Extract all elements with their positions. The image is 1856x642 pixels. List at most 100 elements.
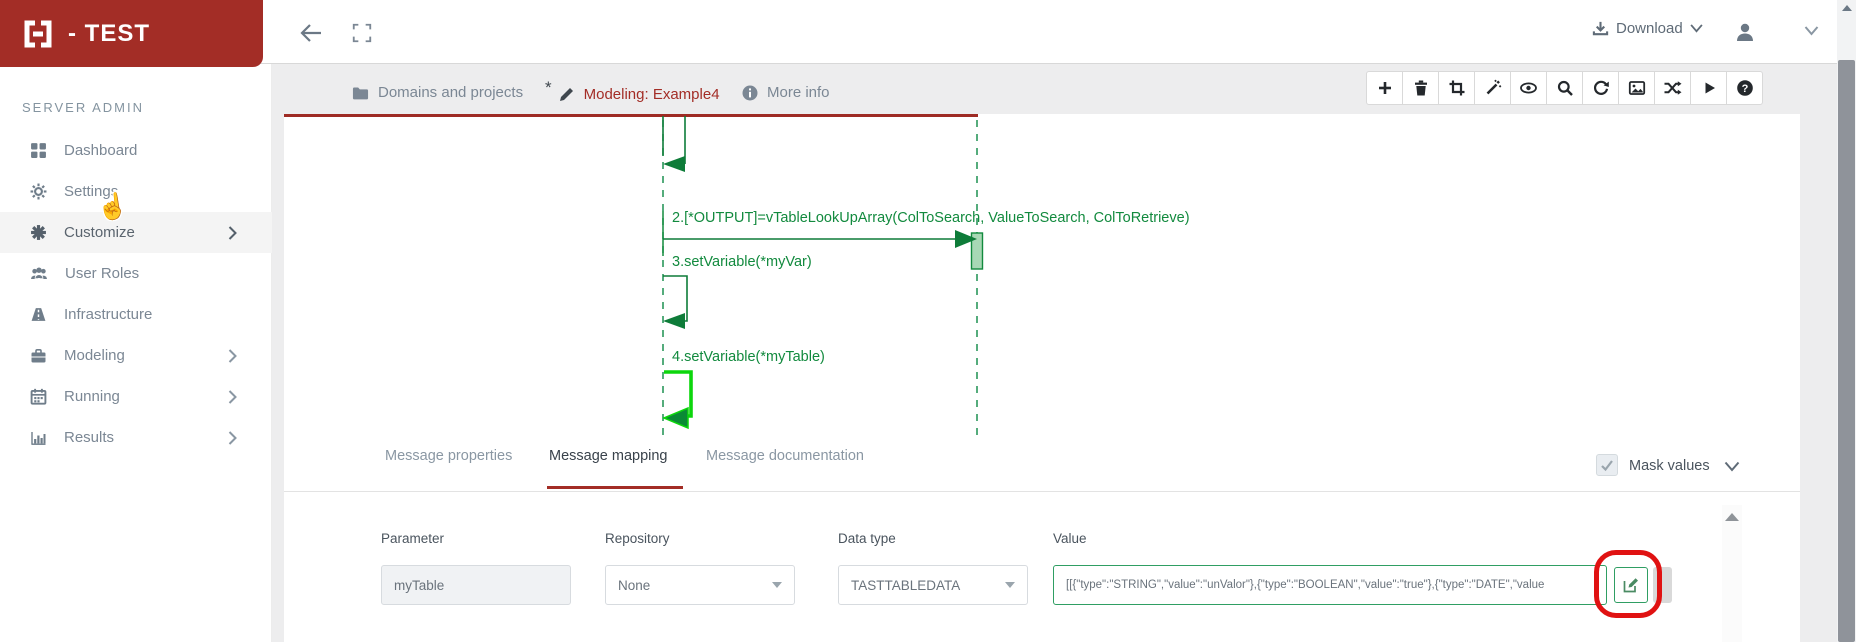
select-caret-icon: [772, 582, 782, 588]
tab-message-mapping[interactable]: Message mapping: [549, 448, 668, 464]
sidebar-item-modeling[interactable]: Modeling: [0, 335, 272, 376]
sidebar-item-running[interactable]: Running: [0, 376, 272, 417]
tab-message-documentation[interactable]: Message documentation: [706, 448, 864, 464]
person-icon: [1737, 23, 1753, 41]
download-label: Download: [1616, 20, 1683, 37]
edit-pencil-icon: [1623, 578, 1638, 593]
gear-icon: [30, 183, 47, 200]
briefcase-icon: [31, 348, 46, 362]
customize-icon: [31, 225, 46, 240]
chevron-right-icon: [228, 431, 237, 445]
tab-label: Modeling: Example4: [583, 85, 720, 103]
top-bar: Download: [0, 0, 1856, 64]
shuffle-button[interactable]: [1654, 71, 1691, 105]
modeling-canvas-card: 2.[*OUTPUT]=vTableLookUpArray(ColToSearc…: [284, 114, 1800, 642]
sidebar-item-customize[interactable]: Customize: [0, 212, 272, 253]
add-button[interactable]: [1366, 71, 1403, 105]
sidebar-item-user-roles[interactable]: User Roles: [0, 253, 272, 294]
plus-icon: [1378, 82, 1391, 94]
search-icon: [1557, 80, 1573, 96]
pencil-icon: [559, 87, 573, 101]
back-arrow-icon: [300, 24, 321, 42]
mask-values-checkbox[interactable]: [1596, 454, 1618, 476]
tab-label: Message properties: [385, 448, 513, 464]
diagram-toolbar: ?: [1366, 71, 1763, 105]
topbar-more-button[interactable]: [1802, 24, 1820, 38]
play-icon: [1705, 82, 1715, 94]
check-icon: [1601, 459, 1613, 471]
sidebar-item-infrastructure[interactable]: Infrastructure: [0, 294, 272, 335]
sidebar-item-results[interactable]: Results: [0, 417, 272, 458]
refresh-button[interactable]: [1582, 71, 1619, 105]
message-4-selected[interactable]: 4.setVariable(*myTable): [662, 349, 825, 430]
calendar-icon: [30, 388, 47, 405]
chevron-right-icon: [228, 390, 237, 404]
logo-text: - TEST: [68, 19, 150, 47]
select-caret-icon: [1005, 582, 1015, 588]
crop-button[interactable]: [1438, 71, 1475, 105]
help-button[interactable]: ?: [1726, 71, 1763, 105]
chevron-right-icon: [228, 349, 237, 363]
svg-text:?: ?: [1741, 83, 1748, 95]
chevron-down-icon: [1690, 24, 1703, 33]
sidebar-nav: Dashboard Settings Customize User Roles …: [0, 130, 272, 458]
message-3[interactable]: 3.setVariable(*myVar): [663, 254, 812, 329]
expand-icon: [352, 23, 372, 43]
users-icon: [31, 267, 47, 279]
eye-icon: [1520, 82, 1537, 94]
sidebar-item-settings[interactable]: Settings: [0, 171, 272, 212]
delete-button[interactable]: [1402, 71, 1439, 105]
back-button[interactable]: [296, 18, 326, 48]
selected-value: TASTTABLEDATA: [851, 577, 961, 593]
data-type-select[interactable]: TASTTABLEDATA: [838, 565, 1028, 605]
form-scrollbar[interactable]: [1722, 505, 1742, 642]
scrollbar-up-button[interactable]: [1837, 0, 1856, 16]
page-scrollbar[interactable]: [1837, 0, 1856, 642]
refresh-icon: [1593, 80, 1609, 95]
grid-icon: [31, 143, 46, 158]
message-label[interactable]: 3.setVariable(*myVar): [672, 254, 812, 270]
parameter-input[interactable]: [381, 565, 571, 605]
sidebar-section-label: SERVER ADMIN: [22, 100, 145, 115]
sidebar-item-dashboard[interactable]: Dashboard: [0, 130, 272, 171]
download-menu[interactable]: Download: [1592, 20, 1703, 37]
preview-button[interactable]: [1510, 71, 1547, 105]
message-1-return-arrow[interactable]: [662, 116, 686, 172]
data-type-label: Data type: [838, 531, 896, 546]
user-account-button[interactable]: [1732, 19, 1758, 45]
panel-divider: [284, 491, 1800, 492]
road-icon: [31, 308, 46, 321]
tab-domains-and-projects[interactable]: Domains and projects: [352, 84, 523, 101]
brand-bracket-icon: [24, 20, 52, 47]
sidebar-item-label: Dashboard: [64, 142, 138, 159]
sequence-diagram: 2.[*OUTPUT]=vTableLookUpArray(ColToSearc…: [662, 116, 1190, 442]
crop-icon: [1449, 80, 1464, 96]
sidebar-item-label: Results: [64, 429, 115, 446]
tab-label: Message mapping: [549, 448, 668, 464]
download-icon: [1592, 21, 1609, 36]
image-icon: [1628, 81, 1645, 95]
scrollbar-thumb[interactable]: [1838, 60, 1855, 642]
message-label[interactable]: 2.[*OUTPUT]=vTableLookUpArray(ColToSearc…: [672, 210, 1190, 226]
tab-message-properties[interactable]: Message properties: [385, 448, 512, 464]
image-button[interactable]: [1618, 71, 1655, 105]
selected-value: None: [618, 577, 651, 593]
edit-value-button[interactable]: [1614, 567, 1648, 603]
run-button[interactable]: [1690, 71, 1727, 105]
value-input[interactable]: [1053, 565, 1607, 605]
tab-label: More info: [767, 84, 830, 101]
info-icon: [742, 85, 758, 100]
tab-more-info[interactable]: More info: [742, 84, 830, 101]
repository-select[interactable]: None: [605, 565, 795, 605]
search-button[interactable]: [1546, 71, 1583, 105]
fullscreen-button[interactable]: [350, 21, 374, 45]
question-icon: ?: [1736, 80, 1753, 96]
secondary-action-button[interactable]: [1653, 567, 1672, 603]
magic-wand-button[interactable]: [1474, 71, 1511, 105]
tab-modeling-example4[interactable]: * Modeling: Example4: [545, 78, 720, 104]
panel-collapse-button[interactable]: [1724, 459, 1740, 477]
tab-label: Message documentation: [706, 448, 864, 464]
sidebar-item-label: Running: [64, 388, 120, 405]
message-label[interactable]: 4.setVariable(*myTable): [672, 349, 825, 365]
active-tab-underline: [547, 486, 683, 489]
